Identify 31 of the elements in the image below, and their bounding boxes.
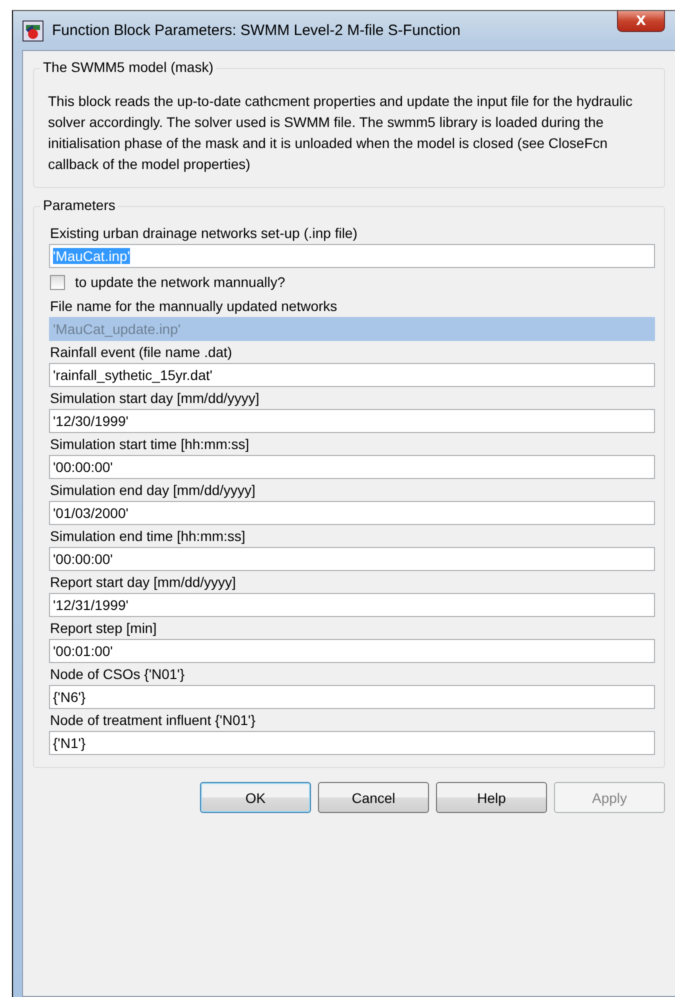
input-field[interactable]: {'N6'} xyxy=(49,685,655,709)
input-field[interactable]: '01/03/2000' xyxy=(49,501,655,525)
field-label: Node of CSOs {'N01'} xyxy=(49,665,186,684)
dialog-button[interactable]: OK xyxy=(200,782,311,813)
dialog-button[interactable]: Help xyxy=(436,782,547,813)
field-label: Report start day [mm/dd/yyyy] xyxy=(49,573,237,592)
input-field[interactable]: '00:00:00' xyxy=(49,547,655,571)
field-label: Simulation start day [mm/dd/yyyy] xyxy=(49,389,260,408)
group-title: The SWMM5 model (mask) xyxy=(40,59,216,75)
description-text: This block reads the up-to-date cathcment properties and update the input file for the hydraulic solver accordingly. The solver used is SWMM file. The swmm5 library is loaded during the initialisation phase of the mask and it is unloaded when the model is closed (see CloseFcn callback of the model properties) xyxy=(48,92,634,174)
checkbox[interactable] xyxy=(50,274,65,290)
field-label: Rainfall event (file name .dat) xyxy=(49,343,234,362)
field-label: File name for the mannually updated networks xyxy=(49,297,338,316)
input-field[interactable]: '00:01:00' xyxy=(49,639,655,663)
field-label: Simulation end day [mm/dd/yyyy] xyxy=(49,481,256,500)
field-label: Report step [min] xyxy=(49,619,158,638)
input-field[interactable]: 'rainfall_sythetic_15yr.dat' xyxy=(49,363,655,387)
field-label: Simulation start time [hh:mm:ss] xyxy=(49,435,250,454)
checkbox-label: to update the network mannually? xyxy=(75,274,286,290)
window-title: Function Block Parameters: SWMM Level-2 M-file S-Function xyxy=(52,22,460,39)
input-field[interactable]: {'N1'} xyxy=(49,731,655,755)
input-field[interactable]: '12/31/1999' xyxy=(49,593,655,617)
input-field[interactable]: '12/30/1999' xyxy=(49,409,655,433)
group-title: Parameters xyxy=(40,197,118,213)
input-field[interactable]: '00:00:00' xyxy=(49,455,655,479)
field-label: Simulation end time [hh:mm:ss] xyxy=(49,527,246,546)
dialog-button[interactable]: Cancel xyxy=(318,782,429,813)
field-label: Node of treatment influent {'N01'} xyxy=(49,711,256,730)
app-icon xyxy=(22,20,44,42)
field-label: Existing urban drainage networks set-up (.inp file) xyxy=(49,224,358,243)
close-button[interactable]: X xyxy=(617,11,665,32)
